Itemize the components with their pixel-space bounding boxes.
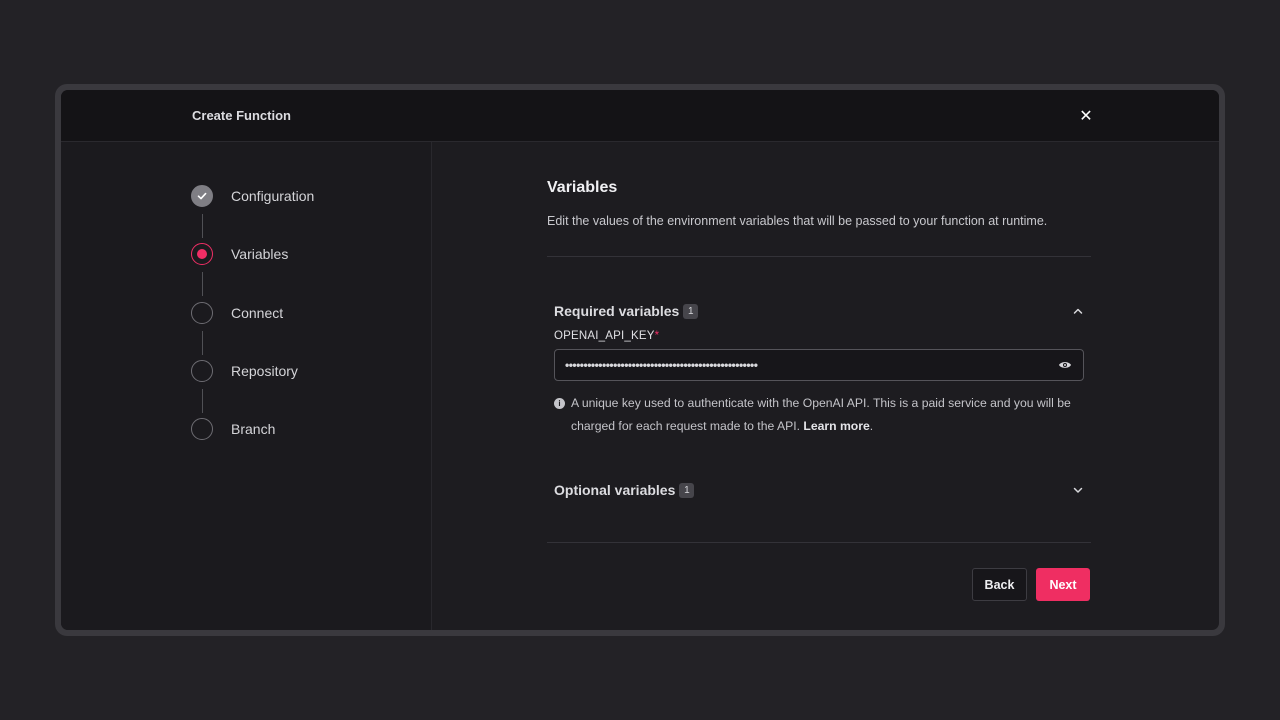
count-badge: 1: [683, 303, 699, 319]
step-variables[interactable]: Variables: [191, 243, 288, 265]
required-marker: *: [654, 330, 660, 342]
step-label: Variables: [231, 246, 289, 262]
api-key-value[interactable]: ••••••••••••••••••••••••••••••••••••••••…: [565, 358, 1057, 372]
required-variables-title: Required variables: [554, 303, 680, 319]
pending-step-icon: [191, 418, 213, 440]
info-icon: i: [554, 398, 565, 409]
divider: [547, 542, 1091, 543]
chevron-up-icon[interactable]: [1072, 305, 1084, 317]
optional-variables-header[interactable]: Optional variables 1: [554, 482, 1084, 498]
step-repository[interactable]: Repository: [191, 360, 298, 382]
check-icon: [191, 185, 213, 207]
step-configuration[interactable]: Configuration: [191, 185, 314, 207]
modal-header: Create Function ✕: [61, 90, 1219, 142]
step-label: Repository: [231, 363, 298, 379]
step-connect[interactable]: Connect: [191, 302, 283, 324]
step-connector: [202, 389, 203, 413]
pending-step-icon: [191, 360, 213, 382]
chevron-down-icon[interactable]: [1072, 484, 1084, 496]
step-connector: [202, 331, 203, 355]
next-button[interactable]: Next: [1036, 568, 1090, 601]
optional-variables-title: Optional variables: [554, 482, 676, 498]
active-step-icon: [191, 243, 213, 265]
step-branch[interactable]: Branch: [191, 418, 275, 440]
api-key-label: OPENAI_API_KEY*: [554, 330, 660, 342]
learn-more-link[interactable]: Learn more: [803, 419, 869, 433]
pending-step-icon: [191, 302, 213, 324]
step-label: Configuration: [231, 188, 315, 204]
step-label: Branch: [231, 421, 276, 437]
page-title: Variables: [547, 179, 618, 196]
count-badge: 1: [679, 482, 695, 498]
required-variables-header[interactable]: Required variables 1: [554, 303, 1084, 319]
steps-sidebar: Configuration Variables Connect Reposito…: [61, 142, 432, 630]
modal-title: Create Function: [192, 108, 291, 123]
step-connector: [202, 272, 203, 296]
divider: [547, 256, 1091, 257]
page-description: Edit the values of the environment varia…: [547, 214, 1048, 228]
close-icon[interactable]: ✕: [1077, 107, 1095, 125]
eye-icon[interactable]: [1057, 357, 1073, 373]
back-button[interactable]: Back: [972, 568, 1027, 601]
step-connector: [202, 214, 203, 238]
api-key-hint: i A unique key used to authenticate with…: [554, 392, 1084, 438]
modal-frame: Create Function ✕ Configuration Variable…: [55, 84, 1225, 636]
create-function-modal: Create Function ✕ Configuration Variable…: [61, 90, 1219, 630]
api-key-input[interactable]: ••••••••••••••••••••••••••••••••••••••••…: [554, 349, 1084, 381]
step-label: Connect: [231, 305, 284, 321]
